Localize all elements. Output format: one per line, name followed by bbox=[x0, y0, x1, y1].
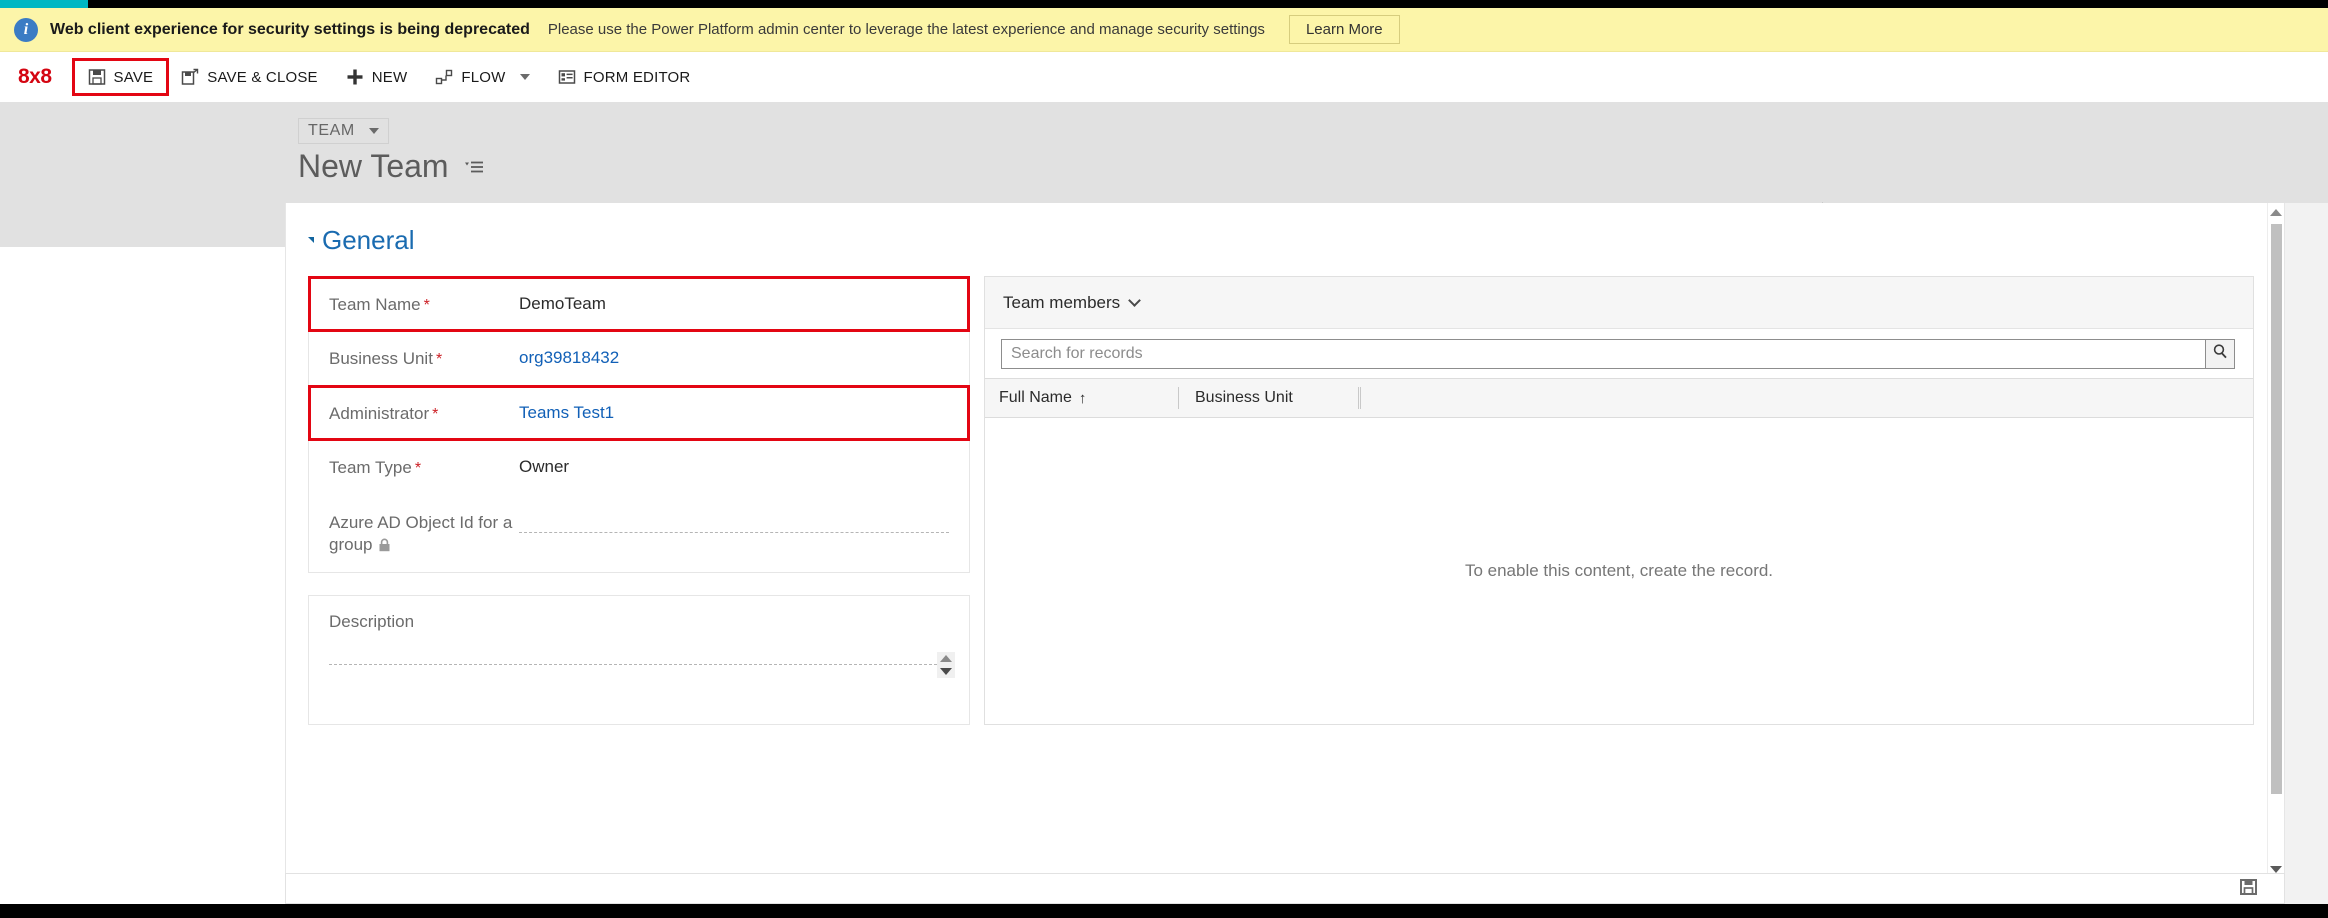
field-row-azure-ad-object-id: Azure AD Object Id for a group bbox=[309, 495, 969, 573]
notification-title: Web client experience for security setti… bbox=[50, 20, 530, 38]
bottom-black-strip bbox=[0, 904, 2328, 918]
subgrid-column-headers: Full Name ↑ Business Unit bbox=[985, 378, 2253, 418]
new-button[interactable]: NEW bbox=[332, 60, 422, 94]
spinner-down-arrow-icon[interactable] bbox=[940, 668, 952, 676]
search-button[interactable] bbox=[2205, 339, 2235, 369]
field-value-administrator[interactable]: Teams Test1 bbox=[519, 401, 953, 423]
field-label-team-name: Team Name * bbox=[329, 292, 519, 316]
command-bar: 8x8 SAVE SAVE & CLOSE NEW FLOW FORM EDIT… bbox=[0, 52, 2328, 102]
field-label-team-type: Team Type * bbox=[329, 455, 519, 479]
field-label-text: Azure AD Object Id for a group bbox=[329, 512, 513, 554]
flow-button-label: FLOW bbox=[461, 68, 506, 86]
search-icon bbox=[2212, 343, 2229, 365]
lock-icon bbox=[378, 536, 391, 558]
learn-more-button[interactable]: Learn More bbox=[1288, 15, 1400, 44]
field-label-text: Administrator bbox=[329, 403, 430, 423]
flow-icon bbox=[435, 68, 453, 86]
right-gutter bbox=[2285, 203, 2328, 880]
record-header-left: TEAM New Team bbox=[0, 102, 485, 185]
browser-top-strip bbox=[0, 0, 2328, 8]
description-input[interactable] bbox=[329, 664, 937, 666]
column-header-label: Full Name bbox=[999, 389, 1072, 406]
form-editor-label: FORM EDITOR bbox=[583, 68, 691, 86]
left-gutter bbox=[0, 285, 285, 918]
page-title: New Team bbox=[298, 148, 449, 184]
required-asterisk: * bbox=[423, 297, 430, 314]
chevron-down-icon[interactable] bbox=[519, 74, 530, 80]
search-input[interactable] bbox=[1001, 339, 2205, 369]
scrollbar-thumb[interactable] bbox=[2270, 224, 2282, 794]
notification-message: Please use the Power Platform admin cent… bbox=[547, 21, 1265, 38]
form-body: General Team Name * DemoTeam Business Uni… bbox=[286, 203, 2267, 879]
form-editor-button[interactable]: FORM EDITOR bbox=[544, 60, 705, 94]
form-container: General Team Name * DemoTeam Business Uni… bbox=[285, 203, 2285, 880]
chevron-down-icon[interactable] bbox=[368, 128, 379, 134]
field-value-team-type[interactable]: Owner bbox=[519, 455, 953, 477]
required-asterisk: * bbox=[414, 460, 422, 478]
field-label-administrator: Administrator * bbox=[329, 401, 519, 425]
deprecation-notification-bar: i Web client experience for security set… bbox=[0, 8, 2328, 52]
chevron-down-icon[interactable] bbox=[1128, 293, 1142, 307]
required-asterisk: * bbox=[432, 405, 439, 423]
subgrid-title: Team members bbox=[1003, 292, 1121, 312]
field-value-team-name[interactable]: DemoTeam bbox=[519, 292, 953, 314]
entity-type-chip[interactable]: TEAM bbox=[298, 118, 389, 144]
teal-accent-strip bbox=[0, 0, 88, 8]
required-asterisk: * bbox=[435, 351, 443, 369]
description-scroll-spinner[interactable] bbox=[937, 652, 955, 679]
record-title-row: New Team bbox=[298, 148, 485, 185]
column-header-spacer bbox=[1359, 387, 1361, 409]
save-button-label: SAVE bbox=[113, 68, 154, 86]
flow-button[interactable]: FLOW bbox=[421, 60, 543, 94]
field-label-azure-ad-object-id: Azure AD Object Id for a group bbox=[329, 510, 519, 558]
form-editor-icon bbox=[558, 68, 576, 86]
column-header-business-unit[interactable]: Business Unit bbox=[1179, 387, 1359, 409]
entity-chip-label: TEAM bbox=[308, 122, 355, 139]
form-scrollbar[interactable] bbox=[2267, 203, 2284, 879]
column-header-label: Business Unit bbox=[1195, 389, 1293, 406]
subgrid-body: To enable this content, create the recor… bbox=[985, 418, 2253, 725]
list-menu-icon[interactable] bbox=[463, 158, 485, 176]
subgrid-empty-message: To enable this content, create the recor… bbox=[1464, 561, 1774, 581]
status-bar bbox=[285, 873, 2285, 904]
app-logo[interactable]: 8x8 bbox=[18, 65, 52, 89]
field-label-text: Team Type bbox=[329, 458, 412, 478]
section-title: General bbox=[322, 225, 415, 255]
scroll-down-arrow-icon[interactable] bbox=[2270, 866, 2282, 873]
field-row-team-type[interactable]: Team Type * Owner bbox=[309, 440, 969, 494]
subgrid-header[interactable]: Team members bbox=[985, 277, 2253, 329]
save-and-close-button[interactable]: SAVE & CLOSE bbox=[167, 60, 332, 94]
field-row-business-unit[interactable]: Business Unit * org39818432 bbox=[309, 331, 969, 385]
plus-icon bbox=[346, 68, 364, 86]
save-floppy-icon[interactable] bbox=[2239, 877, 2258, 901]
spinner-up-arrow-icon[interactable] bbox=[940, 655, 952, 663]
field-label-business-unit: Business Unit * bbox=[329, 346, 519, 370]
save-button[interactable]: SAVE bbox=[71, 58, 170, 96]
save-icon bbox=[88, 68, 106, 86]
description-card: Description bbox=[308, 595, 970, 726]
save-and-close-label: SAVE & CLOSE bbox=[207, 68, 318, 86]
field-row-administrator[interactable]: Administrator * Teams Test1 bbox=[308, 384, 970, 442]
form-left-column: Team Name * DemoTeam Business Unit * org39… bbox=[308, 275, 970, 726]
save-close-icon bbox=[181, 68, 199, 86]
section-header-general[interactable]: General bbox=[308, 225, 2267, 256]
new-button-label: NEW bbox=[371, 68, 408, 86]
general-fields-card: Team Name * DemoTeam Business Unit * org39… bbox=[308, 275, 970, 574]
form-columns: Team Name * DemoTeam Business Unit * org39… bbox=[308, 275, 2267, 726]
collapse-triangle-icon[interactable] bbox=[308, 236, 314, 249]
scroll-up-arrow-icon[interactable] bbox=[2270, 209, 2282, 216]
sort-ascending-icon: ↑ bbox=[1078, 389, 1087, 407]
field-value-business-unit[interactable]: org39818432 bbox=[519, 346, 953, 368]
field-label-text: Team Name bbox=[329, 295, 421, 314]
field-value-azure-ad-object-id bbox=[519, 518, 949, 533]
subgrid-search-row bbox=[985, 329, 2253, 378]
field-label-text: Business Unit bbox=[329, 349, 433, 369]
description-label: Description bbox=[329, 612, 415, 632]
team-members-subgrid: Team members Search for records Full Nam… bbox=[984, 276, 2254, 726]
info-icon: i bbox=[14, 17, 38, 42]
column-header-full-name[interactable]: Full Name ↑ bbox=[999, 387, 1179, 409]
field-row-team-name[interactable]: Team Name * DemoTeam bbox=[308, 275, 970, 333]
